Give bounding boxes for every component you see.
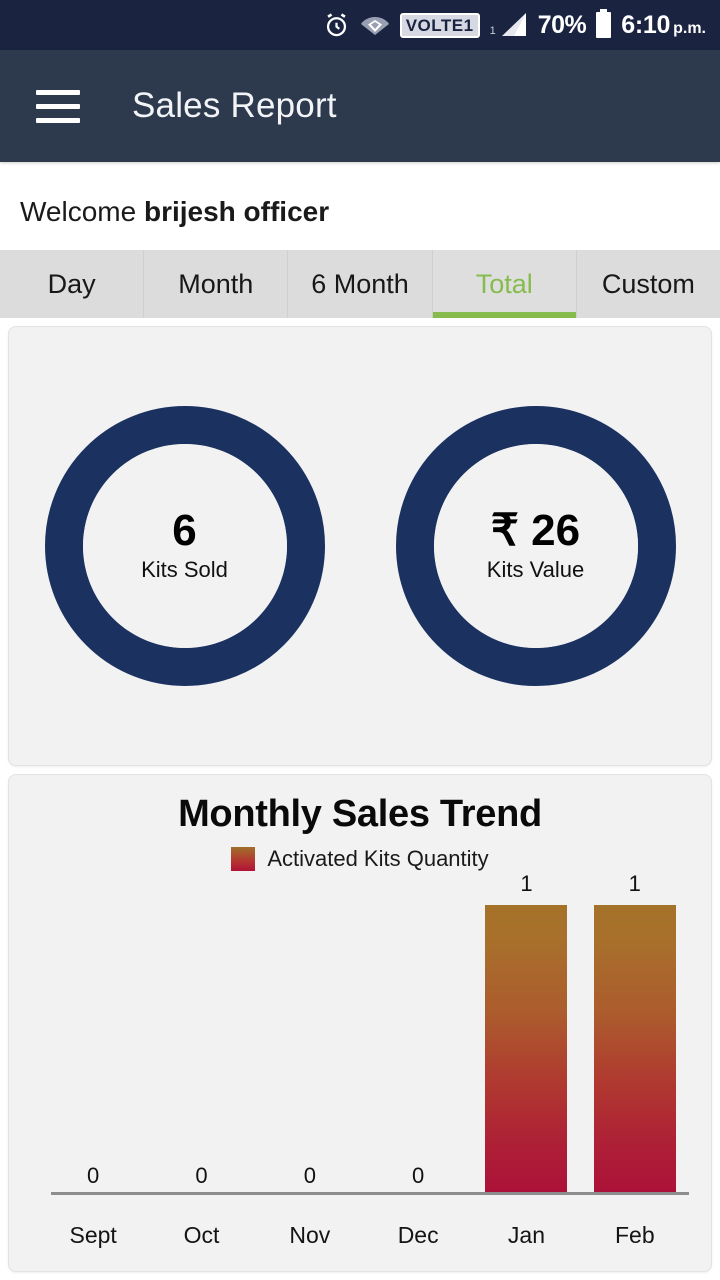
signal-bars-icon: 1 (490, 12, 528, 38)
x-label-sept: Sept (69, 1222, 117, 1248)
bar-slot-oct[interactable]: 0 (147, 923, 255, 1195)
bar-slot-sept[interactable]: 0 (39, 923, 147, 1195)
tab-day[interactable]: Day (0, 250, 145, 318)
kits-sold-donut: 6 Kits Sold (44, 406, 325, 686)
app-screen: VOLTE1 1 70% 6:10 p.m. Sales Report Welc… (0, 0, 720, 1280)
summary-card: 6 Kits Sold ₹ 26 Kits Value (8, 326, 712, 766)
kits-value-donut: ₹ 26 Kits Value (395, 406, 676, 686)
welcome-greeting: Welcome (20, 196, 137, 227)
battery-icon (596, 9, 612, 38)
volte-badge: VOLTE1 (399, 12, 480, 38)
chart-x-axis-line (51, 1192, 689, 1195)
bar-series: 0 0 0 0 1 1 (39, 871, 689, 1195)
bar-jan (485, 905, 568, 1195)
x-label-jan: Jan (507, 1222, 546, 1248)
bar-slot-feb[interactable]: 1 (581, 871, 689, 1195)
bar-value-dec: 0 (412, 1163, 425, 1188)
x-label-dec: Dec (397, 1222, 439, 1248)
bar-value-sept: 0 (87, 1163, 100, 1188)
app-bar: Sales Report (0, 50, 720, 162)
hamburger-menu-icon[interactable] (36, 89, 80, 123)
alarm-clock-icon (323, 12, 350, 39)
status-bar: VOLTE1 1 70% 6:10 p.m. (0, 0, 720, 50)
bar-value-feb: 1 (628, 871, 641, 896)
wifi-icon (360, 13, 390, 37)
x-label-feb: Feb (614, 1222, 655, 1248)
x-label-oct: Oct (183, 1222, 220, 1248)
tab-month[interactable]: Month (144, 250, 289, 318)
bar-value-nov: 0 (303, 1163, 316, 1188)
chart-legend: Activated Kits Quantity (9, 846, 711, 872)
period-tab-bar: Day Month 6 Month Total Custom (0, 250, 720, 318)
tab-custom[interactable]: Custom (576, 250, 720, 318)
kits-value-label: Kits Value (486, 557, 585, 582)
bar-value-jan: 1 (520, 871, 533, 896)
kits-sold-center: 6 Kits Sold (82, 444, 287, 648)
x-label-nov: Nov (289, 1222, 331, 1248)
bar-value-oct: 0 (195, 1163, 208, 1188)
status-clock: 6:10 p.m. (621, 11, 706, 40)
signal-sim-number: 1 (489, 25, 496, 37)
legend-swatch-icon (231, 847, 256, 871)
bar-slot-dec[interactable]: 0 (364, 923, 472, 1195)
bar-slot-jan[interactable]: 1 (472, 871, 580, 1195)
chart-x-axis-labels: Sept Oct Nov Dec Jan Feb (39, 1222, 689, 1249)
chart-plot-area: 0 0 0 0 1 1 (39, 871, 689, 1195)
battery-percent-label: 70% (537, 10, 587, 39)
welcome-message: Welcome brijesh officer (0, 162, 720, 250)
welcome-username: brijesh officer (143, 196, 330, 227)
tab-total[interactable]: Total (432, 250, 577, 318)
bar-feb (593, 905, 676, 1195)
kits-value-center: ₹ 26 Kits Value (433, 444, 638, 648)
bar-slot-nov[interactable]: 0 (256, 923, 364, 1195)
chart-title: Monthly Sales Trend (178, 793, 542, 835)
clock-time: 6:10 (621, 10, 671, 39)
kits-value-value: ₹ 26 (490, 506, 581, 555)
legend-label: Activated Kits Quantity (267, 846, 489, 871)
monthly-sales-trend-card: Monthly Sales Trend Activated Kits Quant… (8, 774, 712, 1272)
page-title: Sales Report (132, 86, 337, 125)
kits-sold-value: 6 (172, 506, 197, 555)
clock-ampm: p.m. (673, 19, 706, 37)
kits-sold-label: Kits Sold (141, 557, 228, 582)
tab-6-month[interactable]: 6 Month (288, 250, 433, 318)
